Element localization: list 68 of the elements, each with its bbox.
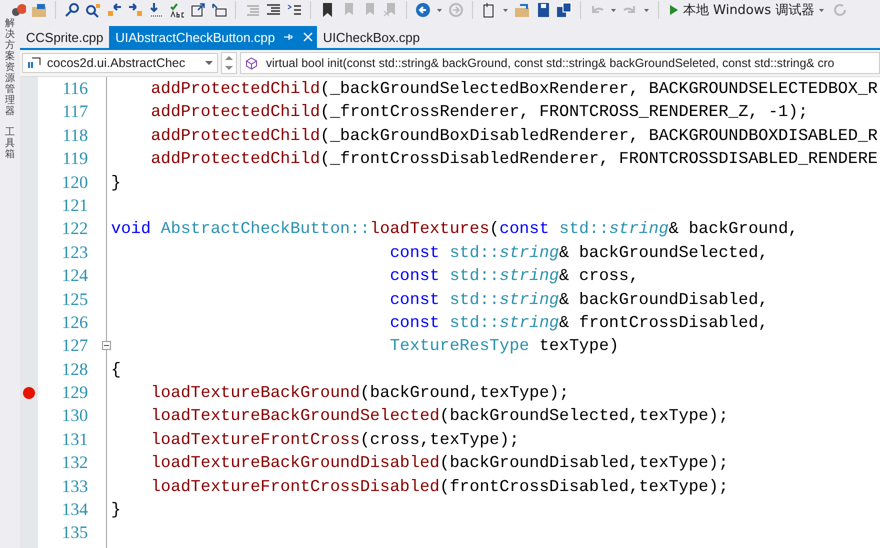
side-panel-tab[interactable]: 解决方案资源管理器 [5,18,15,117]
file-tab[interactable]: UIAbstractCheckButton.cpp [109,26,318,48]
scope-dropdown[interactable]: cocos2d.ui.AbstractChec [22,53,218,73]
code-line: const std::string& backGroundSelected, [388,242,768,264]
line-number: 122 [60,217,89,240]
code-line: loadTextureFrontCrossDisabled(frontCrossDisabled,texType); [150,476,728,498]
code-line: const std::string& backGroundDisabled, [388,288,768,311]
open-folder-icon[interactable] [514,2,530,18]
caret-icon [205,60,213,66]
code-line: void AbstractCheckButton::loadTextures(const std::string& backGround, [111,218,798,240]
close-icon[interactable] [303,32,314,42]
file-tab[interactable]: CCSprite.cpp [20,26,110,48]
code-line: addProtectedChild(_frontCrossDisabledRenderer, FRONTCROSSDISABLED_RENDERE [150,148,878,170]
line-number: 133 [60,474,89,498]
line-number: 119 [61,147,89,170]
save-all-icon[interactable] [556,2,572,18]
side-panel-tab[interactable]: 工具箱 [5,127,15,160]
code-line: loadTextureBackGround(backGround,texType); [150,382,570,404]
code-line: { [111,358,121,381]
arrow-down-icon[interactable] [148,2,164,18]
member-dropdown[interactable]: virtual bool init(const std::string& backGround, const std::string& backGroundSeleted, const std::string& cro [240,52,880,74]
file-tab[interactable]: UICheckBox.cpp [317,26,426,48]
spell-check-icon[interactable] [169,2,185,18]
line-number: 118 [61,124,89,147]
back-icon[interactable] [415,2,431,18]
pin-icon[interactable] [283,32,294,42]
collapse-icon[interactable] [102,341,111,350]
line-number: 130 [60,404,89,428]
code-line: loadTextureFrontCross(cross,texType); [150,428,520,451]
search-icon[interactable] [64,2,80,18]
search-icon[interactable] [85,2,101,18]
breakpoint-icon[interactable] [23,386,35,399]
folder-icon[interactable] [31,2,47,18]
run-debugger-button[interactable]: 本地 Windows 调试器 [667,1,828,19]
up-down-arrows-icon[interactable] [221,52,237,74]
arrow-left-icon[interactable] [106,2,122,18]
code-line: addProtectedChild(_backGroundBoxDisabledRenderer, BACKGROUNDBOXDISABLED_R [150,124,878,147]
outdent-icon[interactable] [286,2,302,18]
line-number: 128 [60,358,89,381]
code-line: } [111,172,121,194]
play-icon [669,4,679,16]
code-line: loadTextureBackGroundDisabled(backGroundDisabled,texType); [150,452,728,474]
line-number: 117 [61,100,89,124]
line-number: 123 [60,240,89,264]
code-line: addProtectedChild(_backGroundSelectedBoxRenderer, BACKGROUNDSELECTEDBOX_R [150,78,878,100]
window-arrow-icon[interactable] [190,2,206,18]
code-line: loadTextureBackGroundSelected(backGroundSelected,texType); [150,405,728,428]
line-number: 134 [60,498,89,522]
arrow-right-icon[interactable] [127,2,143,18]
line-number: 124 [60,264,89,288]
line-number: 135 [60,521,89,544]
code-line: addProtectedChild(_frontCrossRenderer, FRONTCROSS_RENDERER_Z, -1); [150,101,808,124]
cube-icon [245,56,258,70]
line-number: 120 [60,170,89,194]
indent-icon[interactable] [265,2,281,18]
line-number: 132 [60,451,89,474]
save-icon[interactable] [535,2,551,18]
code-line: TextureResType texType) [388,335,619,358]
line-number: 127 [60,334,89,358]
line-number: 126 [60,310,89,334]
line-number: 121 [60,194,89,217]
line-number: 116 [61,77,89,100]
line-number: 131 [60,428,89,451]
code-line: } [111,499,121,522]
line-number: 129 [60,381,89,404]
code-line: const std::string& frontCrossDisabled, [388,312,768,334]
code-line: const std::string& cross, [388,265,639,288]
line-number: 125 [60,288,89,311]
